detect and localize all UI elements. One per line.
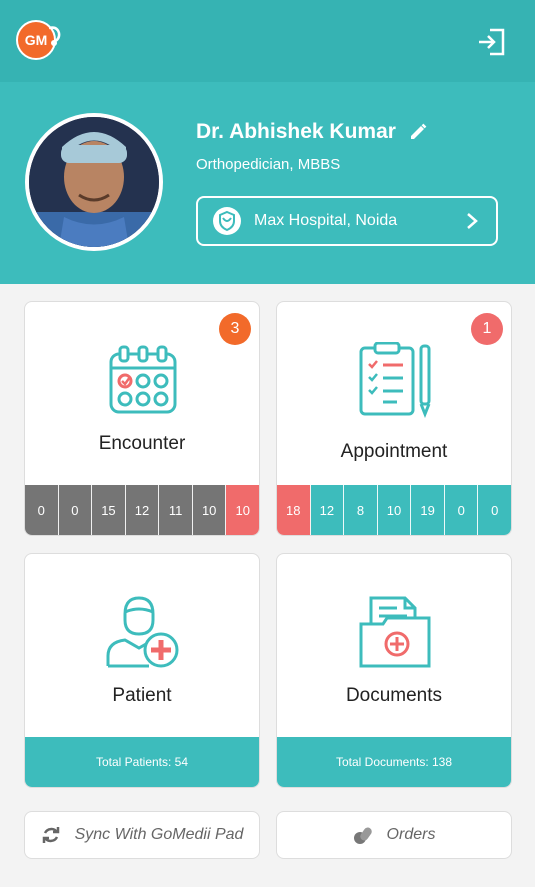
gomedii-logo[interactable]: GM <box>16 20 62 60</box>
clipboard-checklist-icon <box>359 342 431 418</box>
doctor-avatar[interactable] <box>25 113 163 251</box>
encounter-stats: 0 0 15 12 11 10 10 <box>25 485 259 535</box>
documents-card[interactable]: Documents Total Documents: 138 <box>276 553 512 788</box>
hospital-selector-button[interactable]: Max Hospital, Noida <box>196 196 498 246</box>
appointment-stat: 0 <box>444 485 479 535</box>
orders-button[interactable]: Orders <box>276 811 512 859</box>
calendar-icon <box>109 345 177 414</box>
encounter-stat: 10 <box>226 485 259 535</box>
top-bar: GM <box>0 0 535 82</box>
svg-text:GM: GM <box>25 32 48 48</box>
encounter-badge: 3 <box>219 313 251 345</box>
encounter-stat: 0 <box>58 485 93 535</box>
appointment-stat: 19 <box>411 485 445 535</box>
patient-card[interactable]: Patient Total Patients: 54 <box>24 553 260 788</box>
doctor-specialization: Orthopedician, MBBS <box>196 156 341 173</box>
patient-add-icon <box>106 596 179 668</box>
encounter-stat: 11 <box>159 485 193 535</box>
sync-icon <box>42 827 59 843</box>
pills-icon <box>353 827 372 844</box>
doctor-name: Dr. Abhishek Kumar <box>196 120 396 143</box>
sync-label: Sync With GoMedii Pad <box>74 826 244 843</box>
sync-button[interactable]: Sync With GoMedii Pad <box>24 811 260 859</box>
logout-icon[interactable] <box>476 26 508 58</box>
appointment-stat: 12 <box>310 485 345 535</box>
profile-section: Dr. Abhishek Kumar Orthopedician, MBBS M… <box>0 82 535 284</box>
encounter-stat: 12 <box>125 485 160 535</box>
appointment-stat: 8 <box>344 485 378 535</box>
appointment-badge: 1 <box>471 313 503 345</box>
encounter-stat: 0 <box>25 485 59 535</box>
encounter-stat: 10 <box>192 485 227 535</box>
shield-icon <box>213 207 241 235</box>
appointment-stat: 10 <box>377 485 412 535</box>
appointment-stat: 18 <box>277 485 311 535</box>
patient-title: Patient <box>112 685 172 706</box>
encounter-card[interactable]: 3 Encounter 0 0 15 12 11 10 10 <box>24 301 260 536</box>
hospital-label: Max Hospital, Noida <box>254 212 398 229</box>
orders-label: Orders <box>386 826 436 843</box>
encounter-stat: 15 <box>92 485 126 535</box>
appointment-stats: 18 12 8 10 19 0 0 <box>277 485 511 535</box>
doctor-name-row: Dr. Abhishek Kumar <box>196 120 428 144</box>
chevron-right-icon <box>467 213 478 229</box>
appointment-card[interactable]: 1 Appointment 18 12 8 10 19 0 0 <box>276 301 512 536</box>
documents-add-icon <box>359 596 431 668</box>
edit-icon[interactable] <box>408 122 428 142</box>
appointment-stat: 0 <box>478 485 511 535</box>
patient-total: Total Patients: 54 <box>25 737 259 787</box>
documents-title: Documents <box>345 685 443 706</box>
encounter-title: Encounter <box>98 433 186 454</box>
appointment-title: Appointment <box>340 441 448 462</box>
documents-total: Total Documents: 138 <box>277 737 511 787</box>
